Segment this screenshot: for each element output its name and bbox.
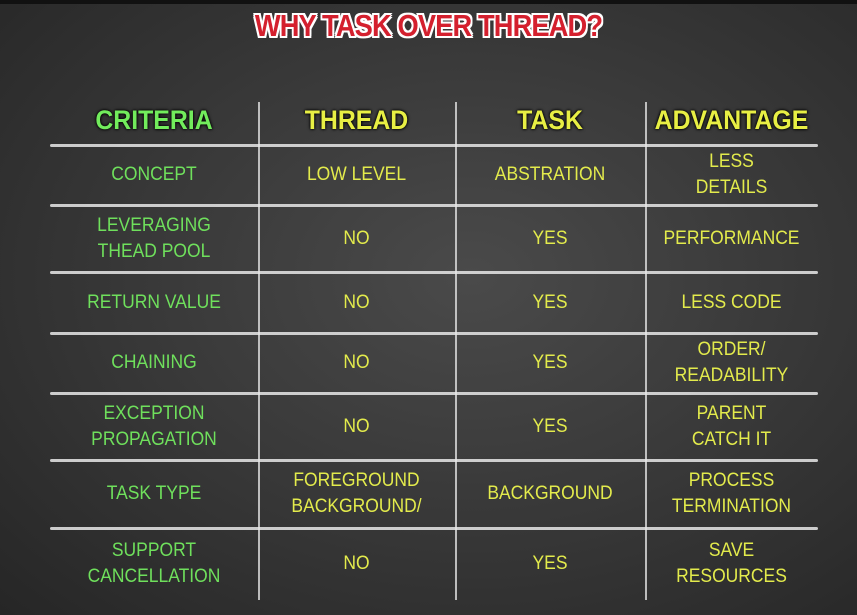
table-row: RETURN VALUE NO YES LESS CODE bbox=[50, 272, 818, 335]
header-task: TASK bbox=[517, 105, 583, 135]
cell-thread: NO bbox=[343, 553, 370, 574]
cell-advantage: SAVE RESOURCES bbox=[676, 540, 787, 587]
cell-advantage: LESS CODE bbox=[681, 291, 782, 313]
table-row: CHAINING NO YES ORDER/ READABILITY bbox=[50, 333, 818, 395]
header-criteria: CRITERIA bbox=[95, 105, 213, 135]
cell-task: BACKGROUND bbox=[487, 483, 613, 504]
header-advantage: ADVANTAGE bbox=[654, 105, 809, 135]
cell-advantage: PERFORMANCE bbox=[663, 227, 800, 249]
cell-thread: NO bbox=[343, 291, 370, 313]
header-thread: THREAD bbox=[304, 105, 409, 135]
cell-criteria: SUPPORT CANCELLATION bbox=[87, 540, 221, 587]
cell-advantage: ORDER/ READABILITY bbox=[674, 339, 789, 386]
cell-task: YES bbox=[532, 553, 568, 574]
cell-advantage: PROCESS TERMINATION bbox=[671, 470, 792, 517]
cell-criteria: CONCEPT bbox=[111, 164, 197, 185]
cell-thread: NO bbox=[343, 227, 370, 249]
cell-advantage: PARENT CATCH IT bbox=[691, 402, 772, 450]
table-row: TASK TYPE FOREGROUND BACKGROUND/BACKGROUN… bbox=[50, 460, 818, 530]
cell-thread: NO bbox=[343, 352, 370, 373]
cell-criteria: TASK TYPE bbox=[106, 483, 202, 504]
cell-task: YES bbox=[532, 352, 568, 373]
top-border bbox=[0, 0, 857, 4]
comparison-table: CRITERIA THREAD TASK ADVANTAGE CONCEPT LO… bbox=[50, 95, 818, 600]
cell-advantage: LESS DETAILS bbox=[695, 151, 768, 198]
cell-thread: NO bbox=[343, 415, 370, 437]
cell-thread: LOW LEVEL bbox=[306, 164, 407, 185]
cell-criteria: LEVERAGING THEAD POOL bbox=[97, 214, 211, 262]
page-title: WHY TASK OVER THREAD? bbox=[254, 8, 603, 43]
cell-thread: FOREGROUND BACKGROUND/ bbox=[291, 470, 422, 517]
cell-criteria: CHAINING bbox=[111, 352, 197, 373]
cell-task: YES bbox=[532, 227, 568, 249]
table-row: CONCEPT LOW LEVEL ABSTRATION LESS DETAILS bbox=[50, 145, 818, 207]
cell-task: ABSTRATION bbox=[494, 164, 606, 185]
table-row: EXCEPTION PROPAGATION NO YES PARENT CATCH I… bbox=[50, 393, 818, 462]
cell-task: YES bbox=[532, 291, 568, 313]
cell-criteria: EXCEPTION PROPAGATION bbox=[91, 402, 217, 450]
table-row: LEVERAGING THEAD POOL NO YES PERFORMANCE bbox=[50, 205, 818, 274]
cell-task: YES bbox=[532, 415, 568, 437]
cell-criteria: RETURN VALUE bbox=[87, 291, 221, 313]
table-row: SUPPORT CANCELLATION NO YES SAVE RESOURCES bbox=[50, 528, 818, 600]
table-header-row: CRITERIA THREAD TASK ADVANTAGE bbox=[50, 95, 818, 147]
